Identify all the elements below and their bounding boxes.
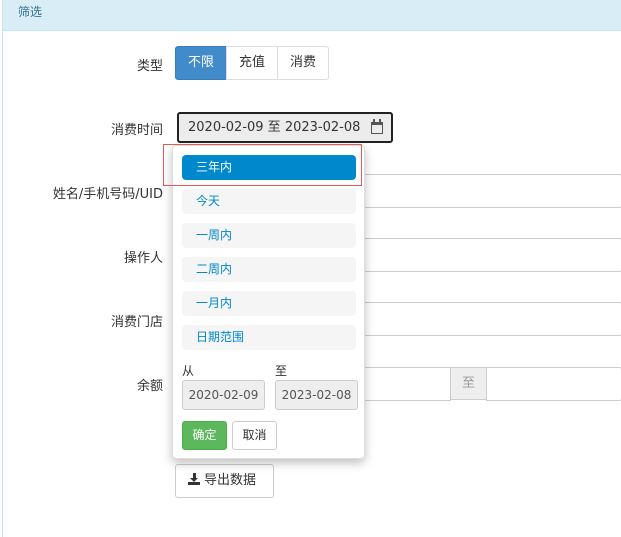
range-option-custom[interactable]: 日期范围 — [182, 325, 356, 350]
range-option-two-weeks[interactable]: 二周内 — [182, 257, 356, 282]
type-label: 类型 — [136, 59, 163, 74]
range-option-one-week[interactable]: 一周内 — [182, 223, 356, 248]
date-range-field[interactable]: 2020-02-09 至 2023-02-08 — [177, 112, 393, 143]
name-label: 姓名/手机号码/UID — [52, 187, 163, 202]
balance-max-input[interactable] — [486, 367, 621, 401]
type-option-consume[interactable]: 消费 — [277, 46, 330, 80]
balance-range-separator: 至 — [450, 367, 487, 400]
balance-label: 余额 — [136, 379, 163, 394]
export-label: 导出数据 — [204, 473, 257, 488]
name-input[interactable] — [363, 174, 621, 208]
store-label: 消费门店 — [110, 315, 163, 330]
confirm-button[interactable]: 确定 — [182, 421, 227, 450]
time-label: 消费时间 — [110, 123, 163, 138]
operator-label: 操作人 — [123, 251, 163, 266]
to-label: 至 — [275, 364, 288, 378]
date-range-dropdown: 三年内 今天 一周内 二周内 一月内 日期范围 从 至 2020-02-09 2… — [172, 145, 365, 459]
export-data-button[interactable]: 导出数据 — [175, 464, 274, 498]
operator-select[interactable] — [363, 238, 621, 272]
type-segmented-control: 不限 充值 消费 — [175, 46, 330, 80]
panel-heading: 筛选 — [3, 0, 621, 31]
type-option-recharge[interactable]: 充值 — [226, 46, 279, 80]
range-option-today[interactable]: 今天 — [182, 189, 356, 214]
to-date-input[interactable]: 2023-02-08 — [275, 380, 358, 410]
range-option-one-month[interactable]: 一月内 — [182, 291, 356, 316]
calendar-icon — [371, 119, 383, 134]
store-select[interactable] — [363, 302, 621, 336]
from-label: 从 — [182, 364, 195, 378]
balance-min-input[interactable] — [363, 367, 451, 401]
date-range-value: 2020-02-09 至 2023-02-08 — [188, 120, 361, 135]
from-date-input[interactable]: 2020-02-09 — [182, 380, 265, 410]
type-option-all[interactable]: 不限 — [175, 46, 228, 80]
cancel-button[interactable]: 取消 — [232, 421, 277, 450]
download-icon — [188, 473, 200, 485]
range-option-three-years[interactable]: 三年内 — [182, 155, 356, 180]
